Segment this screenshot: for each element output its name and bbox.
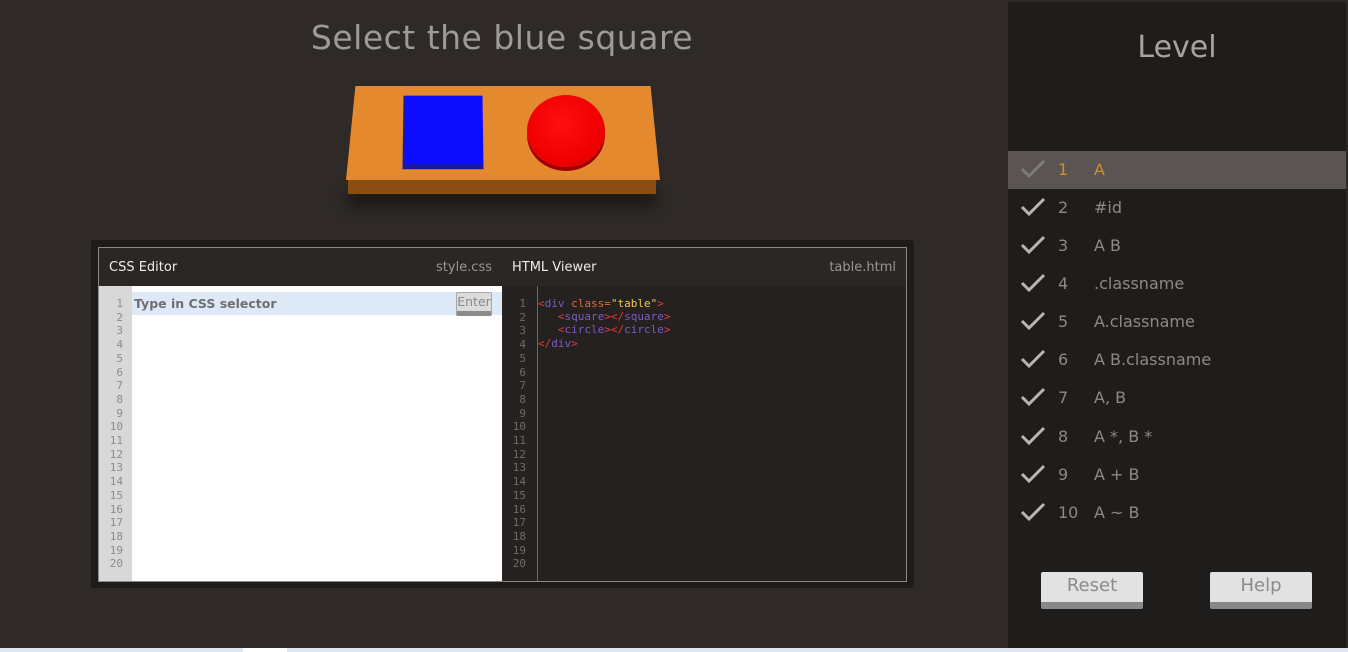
level-number: 2 [1058, 198, 1069, 217]
checkmark-icon [1020, 502, 1046, 522]
css-editor-header: CSS Editor style.css [99, 248, 502, 286]
checkmark-icon [1020, 159, 1046, 179]
table [346, 86, 660, 180]
bottom-strip-segment [243, 648, 287, 652]
level-item-6[interactable]: 6 A B.classname [1008, 341, 1346, 379]
level-name: A *, B * [1094, 427, 1153, 446]
reset-button[interactable]: Reset [1041, 572, 1143, 609]
html-line-numbers: 1 2 3 4 5 6 7 8 9 10 11 12 13 14 15 16 1… [512, 297, 526, 571]
level-item-3[interactable]: 3 A B [1008, 227, 1346, 265]
level-name: .classname [1094, 274, 1185, 293]
code-div-open-tag: div [544, 297, 565, 310]
css-editor-label: CSS Editor [109, 260, 178, 275]
level-name: A B [1094, 236, 1122, 255]
checkmark-icon [1020, 464, 1046, 484]
level-name: A B.classname [1094, 350, 1212, 369]
html-file-name: table.html [829, 260, 896, 275]
checkmark-icon [1020, 235, 1046, 255]
html-code: <div class="table"> <square></square> <c… [538, 297, 671, 350]
level-item-4[interactable]: 4 .classname [1008, 265, 1346, 303]
checkmark-icon [1020, 197, 1046, 217]
code-div-close-tag: div [551, 336, 572, 350]
level-item-9[interactable]: 9 A + B [1008, 456, 1346, 494]
level-item-2[interactable]: 2 #id [1008, 189, 1346, 227]
level-name: A, B [1094, 388, 1127, 407]
level-title: Level [1137, 30, 1217, 65]
table-edge [348, 180, 656, 194]
level-number: 3 [1058, 236, 1069, 255]
level-name: A ~ B [1094, 503, 1140, 522]
level-instruction: Select the blue square [310, 18, 694, 57]
level-item-10[interactable]: 10 A ~ B [1008, 494, 1346, 532]
html-viewer-header: HTML Viewer table.html [502, 248, 906, 286]
code-circle-close: circle [624, 323, 664, 337]
blue-square[interactable] [402, 95, 484, 170]
css-file-name: style.css [436, 260, 492, 275]
code-class-attr: class= [571, 297, 611, 310]
level-item-7[interactable]: 7 A, B [1008, 379, 1346, 417]
level-number: 4 [1058, 274, 1069, 293]
checkmark-icon [1020, 349, 1046, 369]
level-name: A + B [1094, 465, 1140, 484]
html-viewer-label: HTML Viewer [512, 260, 597, 275]
checkmark-icon [1020, 273, 1046, 293]
checkmark-icon [1020, 426, 1046, 446]
level-item-5[interactable]: 5 A.classname [1008, 303, 1346, 341]
checkmark-icon [1020, 387, 1046, 407]
level-name: #id [1094, 198, 1123, 217]
level-number: 1 [1058, 160, 1069, 179]
help-button[interactable]: Help [1210, 572, 1312, 609]
css-editor-body[interactable] [132, 286, 502, 581]
level-item-1[interactable]: 1A [1008, 151, 1346, 189]
level-item-8[interactable]: 8 A *, B * [1008, 418, 1346, 456]
red-circle[interactable] [527, 95, 605, 167]
level-number: 8 [1058, 427, 1069, 446]
level-number: 5 [1058, 312, 1069, 331]
css-selector-input[interactable] [134, 294, 452, 313]
checkmark-icon [1020, 311, 1046, 331]
level-name: A [1094, 160, 1105, 179]
code-circle-open: circle [564, 323, 605, 337]
enter-button[interactable]: Enter [456, 292, 492, 316]
code-square-open: square [564, 310, 605, 324]
css-line-numbers: 1 2 3 4 5 6 7 8 9 10 11 12 13 14 15 16 1… [109, 297, 123, 571]
level-number: 10 [1058, 503, 1079, 522]
level-number: 9 [1058, 465, 1069, 484]
level-name: A.classname [1094, 312, 1195, 331]
bottom-strip [0, 648, 1348, 652]
level-number: 6 [1058, 350, 1069, 369]
code-square-close: square [624, 310, 664, 324]
level-number: 7 [1058, 388, 1069, 407]
code-class-value: "table" [610, 297, 658, 310]
